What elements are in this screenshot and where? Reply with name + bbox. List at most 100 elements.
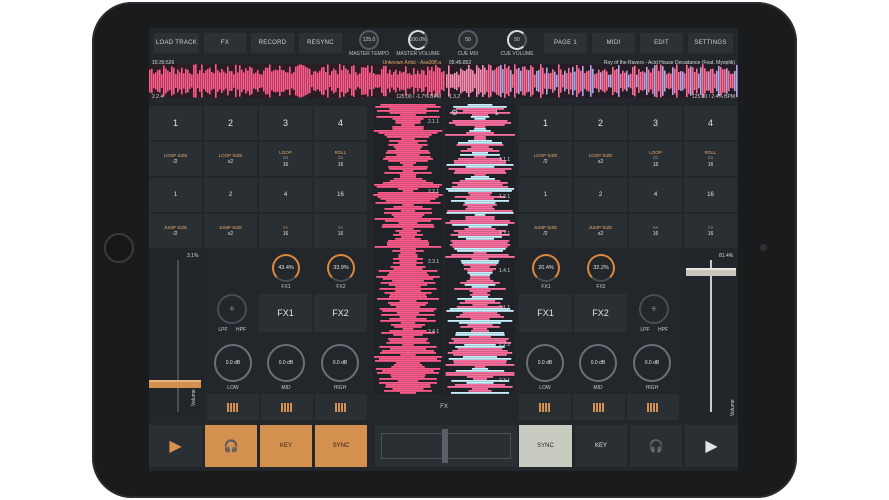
right-fx2-knob[interactable]: 32.2% bbox=[587, 254, 615, 282]
right-jump-back[interactable]: << 16 bbox=[629, 214, 682, 248]
waveform-bar bbox=[167, 70, 169, 92]
play-icon: ▶ bbox=[169, 438, 182, 455]
right-fx1-button[interactable]: FX1 bbox=[519, 294, 572, 332]
waveform-bar bbox=[402, 170, 414, 172]
right-fx2-button[interactable]: FX2 bbox=[574, 294, 627, 332]
right-roll[interactable]: ROLL ▭ 16 bbox=[684, 142, 737, 176]
right-loop-double[interactable]: LOOP SIZE x2 bbox=[574, 142, 627, 176]
right-key-button[interactable]: KEY bbox=[575, 425, 627, 467]
waveform-bar bbox=[415, 74, 417, 88]
right-loop-4[interactable]: 4 bbox=[629, 178, 682, 212]
home-button[interactable] bbox=[104, 233, 134, 263]
right-play-button[interactable]: ▶ bbox=[685, 425, 738, 467]
left-loop-4[interactable]: 4 bbox=[259, 178, 312, 212]
right-sync-button[interactable]: SYNC bbox=[519, 425, 572, 467]
left-filter-knob[interactable]: -|- bbox=[217, 294, 247, 324]
left-eq-mid-knob[interactable]: 0.0 dB bbox=[267, 344, 305, 382]
center-fx-button[interactable]: FX bbox=[371, 394, 517, 420]
crossfader-panel[interactable] bbox=[375, 425, 517, 467]
left-loop-double[interactable]: LOOP SIZE x2 bbox=[204, 142, 257, 176]
waveform-bar bbox=[353, 65, 355, 97]
right-volume-track[interactable] bbox=[710, 260, 712, 412]
left-eq-low-knob[interactable]: 0.0 dB bbox=[214, 344, 252, 382]
right-eq-kill-high[interactable] bbox=[627, 394, 679, 420]
right-eq-mid-knob[interactable]: 0.0 dB bbox=[579, 344, 617, 382]
right-beat-marker: 2.3.1 bbox=[499, 378, 511, 384]
waveform-bar bbox=[694, 71, 696, 91]
right-scrolling-waveform[interactable] bbox=[445, 104, 515, 416]
download-icon[interactable]: ⤓ bbox=[495, 108, 499, 118]
right-eq-kill-low[interactable] bbox=[519, 394, 571, 420]
left-eq-kill-mid[interactable] bbox=[261, 394, 313, 420]
left-hotcue-1[interactable]: 1 bbox=[149, 106, 202, 140]
left-sync-button[interactable]: SYNC bbox=[315, 425, 367, 467]
left-volume-track[interactable] bbox=[177, 260, 179, 412]
left-eq-high-knob[interactable]: 0.0 dB bbox=[321, 344, 359, 382]
master-volume-knob[interactable]: 100.0% bbox=[408, 30, 428, 50]
waveform-bar bbox=[333, 68, 335, 94]
right-loop-1[interactable]: 1 bbox=[519, 178, 572, 212]
waveform-bar bbox=[574, 71, 576, 91]
right-hotcue-2[interactable]: 2 bbox=[574, 106, 627, 140]
left-hotcue-3[interactable]: 3 bbox=[259, 106, 312, 140]
right-loop-half[interactable]: LOOP SIZE/2 bbox=[519, 142, 572, 176]
left-fx1-knob[interactable]: 43.4% bbox=[272, 254, 300, 282]
left-roll[interactable]: ROLL ▭ 16 bbox=[314, 142, 367, 176]
load-track-button[interactable]: LOAD TRACK bbox=[154, 33, 199, 53]
left-play-button[interactable]: ▶ bbox=[149, 425, 202, 467]
resync-button[interactable]: RESYNC bbox=[299, 33, 342, 53]
right-jump-double[interactable]: JUMP SIZE x2 bbox=[574, 214, 627, 248]
left-hotcue-2[interactable]: 2 bbox=[204, 106, 257, 140]
left-volume-handle[interactable] bbox=[149, 380, 201, 388]
right-hotcue-4[interactable]: 4 bbox=[684, 106, 737, 140]
fx-button[interactable]: FX bbox=[204, 33, 246, 53]
left-loop-2[interactable]: 2 bbox=[204, 178, 257, 212]
left-loop-16[interactable]: 16 bbox=[314, 178, 367, 212]
right-jump-half[interactable]: JUMP SIZE/2 bbox=[519, 214, 572, 248]
page-button[interactable]: PAGE 1 bbox=[544, 33, 587, 53]
left-jump-forward[interactable]: >> 16 bbox=[314, 214, 367, 248]
waveform-bar bbox=[225, 73, 227, 89]
right-headphone-cue-button[interactable]: 🎧 bbox=[630, 425, 682, 467]
left-fx1-button[interactable]: FX1 bbox=[259, 294, 312, 332]
left-eq-kill-low[interactable] bbox=[207, 394, 259, 420]
left-loop-half[interactable]: LOOP SIZE/2 bbox=[149, 142, 202, 176]
waveform-bar bbox=[400, 248, 416, 250]
record-button[interactable]: RECORD bbox=[251, 33, 294, 53]
master-tempo-knob[interactable]: 125.0 bbox=[359, 30, 379, 50]
right-eq-kill-mid[interactable] bbox=[573, 394, 625, 420]
right-volume-handle[interactable] bbox=[686, 268, 736, 276]
left-jump-double[interactable]: JUMP SIZE x2 bbox=[204, 214, 257, 248]
waveform-bar bbox=[468, 336, 492, 338]
left-fx2-knob[interactable]: 33.9% bbox=[327, 254, 355, 282]
right-hotcue-1[interactable]: 1 bbox=[519, 106, 572, 140]
left-overview-waveform[interactable] bbox=[149, 64, 445, 98]
left-key-button[interactable]: KEY bbox=[260, 425, 312, 467]
right-fx1-knob[interactable]: 20.4% bbox=[532, 254, 560, 282]
left-jump-half[interactable]: JUMP SIZE/2 bbox=[149, 214, 202, 248]
right-filter-knob[interactable]: -|- bbox=[639, 294, 669, 324]
left-headphone-cue-button[interactable]: 🎧 bbox=[205, 425, 257, 467]
right-loop-16[interactable]: 16 bbox=[684, 178, 737, 212]
edit-button[interactable]: EDIT bbox=[640, 33, 683, 53]
right-eq-high-knob[interactable]: 0.0 dB bbox=[633, 344, 671, 382]
cue-volume-knob[interactable]: 50 bbox=[507, 30, 527, 50]
waveform-bar bbox=[389, 294, 427, 296]
cue-mix-knob[interactable]: 50 bbox=[458, 30, 478, 50]
crossfader-handle[interactable] bbox=[442, 429, 448, 463]
left-loop-toggle[interactable]: LOOP ▭ 16 bbox=[259, 142, 312, 176]
right-overview-waveform[interactable] bbox=[446, 64, 738, 98]
left-fx2-button[interactable]: FX2 bbox=[314, 294, 367, 332]
right-eq-low-knob[interactable]: 0.0 dB bbox=[526, 344, 564, 382]
right-loop-toggle[interactable]: LOOP ▭ 16 bbox=[629, 142, 682, 176]
left-hotcue-4[interactable]: 4 bbox=[314, 106, 367, 140]
right-hotcue-3[interactable]: 3 bbox=[629, 106, 682, 140]
left-jump-back[interactable]: << 16 bbox=[259, 214, 312, 248]
midi-button[interactable]: MIDI bbox=[592, 33, 635, 53]
right-jump-forward[interactable]: >> 16 bbox=[684, 214, 737, 248]
settings-button[interactable]: SETTINGS bbox=[688, 33, 733, 53]
left-loop-1[interactable]: 1 bbox=[149, 178, 202, 212]
gear-icon[interactable]: ⚙ bbox=[451, 108, 458, 117]
left-eq-kill-high[interactable] bbox=[315, 394, 367, 420]
right-loop-2[interactable]: 2 bbox=[574, 178, 627, 212]
